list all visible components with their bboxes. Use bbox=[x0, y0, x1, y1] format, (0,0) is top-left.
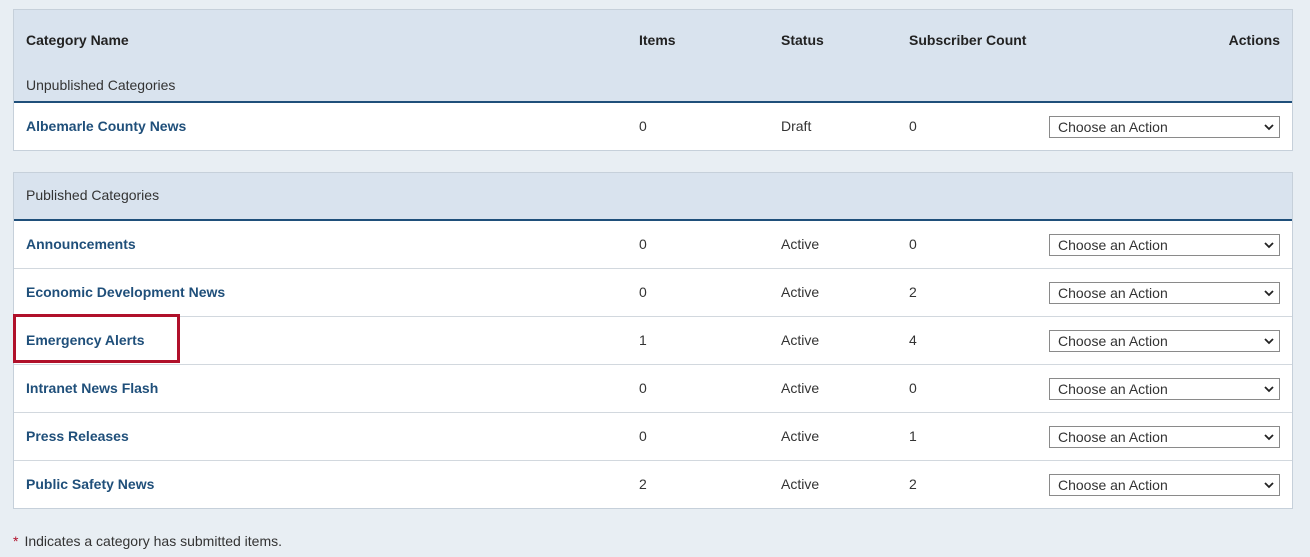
footnote-text: Indicates a category has submitted items… bbox=[24, 533, 283, 549]
unpublished-categories-table: Category Name Items Status Subscriber Co… bbox=[13, 9, 1293, 151]
action-select-value: Choose an Action bbox=[1058, 429, 1168, 445]
action-select[interactable]: Choose an Action bbox=[1049, 474, 1280, 496]
subscriber-count: 1 bbox=[909, 428, 917, 444]
section-label-unpublished: Unpublished Categories bbox=[26, 77, 176, 93]
column-header-category-name[interactable]: Category Name bbox=[26, 32, 129, 48]
category-link[interactable]: Public Safety News bbox=[26, 476, 154, 492]
subscriber-count: 2 bbox=[909, 476, 917, 492]
section-label-published: Published Categories bbox=[26, 187, 160, 203]
subscriber-count: 0 bbox=[909, 380, 917, 396]
table-header: Category Name Items Status Subscriber Co… bbox=[14, 10, 1292, 103]
status-value: Active bbox=[781, 428, 820, 444]
action-select-value: Choose an Action bbox=[1058, 285, 1168, 301]
action-select[interactable]: Choose an Action bbox=[1049, 282, 1280, 304]
items-count: 0 bbox=[639, 380, 647, 396]
chevron-down-icon bbox=[1264, 482, 1274, 489]
category-link[interactable]: Emergency Alerts bbox=[26, 332, 145, 348]
items-count: 1 bbox=[639, 332, 647, 348]
table-row: Economic Development News 0 Active 2 Cho… bbox=[14, 268, 1292, 316]
column-header-actions: Actions bbox=[1228, 32, 1280, 48]
category-link[interactable]: Announcements bbox=[26, 236, 136, 252]
footnote: * Indicates a category has submitted item… bbox=[13, 533, 282, 549]
table-row: Emergency Alerts 1 Active 4 Choose an Ac… bbox=[14, 316, 1292, 364]
items-count: 0 bbox=[639, 236, 647, 252]
chevron-down-icon bbox=[1264, 124, 1274, 131]
table-header: Published Categories bbox=[14, 173, 1292, 221]
action-select-value: Choose an Action bbox=[1058, 237, 1168, 253]
table-row: Intranet News Flash 0 Active 0 Choose an… bbox=[14, 364, 1292, 412]
table-row: Public Safety News 2 Active 2 Choose an … bbox=[14, 460, 1292, 508]
status-value: Active bbox=[781, 284, 820, 300]
items-count: 0 bbox=[639, 428, 647, 444]
chevron-down-icon bbox=[1264, 338, 1274, 345]
status-value: Active bbox=[781, 476, 820, 492]
category-link[interactable]: Press Releases bbox=[26, 428, 129, 444]
table-row: Albemarle County News 0 Draft 0 Choose a… bbox=[14, 103, 1292, 150]
footnote-marker: * bbox=[13, 533, 19, 549]
status-value: Active bbox=[781, 236, 820, 252]
items-count: 0 bbox=[639, 284, 647, 300]
category-link[interactable]: Albemarle County News bbox=[26, 118, 186, 134]
items-count: 0 bbox=[639, 118, 647, 134]
subscriber-count: 2 bbox=[909, 284, 917, 300]
column-header-status[interactable]: Status bbox=[781, 32, 824, 48]
subscriber-count: 0 bbox=[909, 236, 917, 252]
column-header-items[interactable]: Items bbox=[639, 32, 676, 48]
published-categories-table: Published Categories Announcements 0 Act… bbox=[13, 172, 1293, 509]
action-select[interactable]: Choose an Action bbox=[1049, 330, 1280, 352]
table-row: Announcements 0 Active 0 Choose an Actio… bbox=[14, 221, 1292, 268]
action-select[interactable]: Choose an Action bbox=[1049, 426, 1280, 448]
status-value: Active bbox=[781, 380, 820, 396]
action-select-value: Choose an Action bbox=[1058, 381, 1168, 397]
category-link[interactable]: Economic Development News bbox=[26, 284, 225, 300]
chevron-down-icon bbox=[1264, 386, 1274, 393]
action-select[interactable]: Choose an Action bbox=[1049, 378, 1280, 400]
action-select-value: Choose an Action bbox=[1058, 477, 1168, 493]
items-count: 2 bbox=[639, 476, 647, 492]
status-value: Draft bbox=[781, 118, 812, 134]
column-header-subscriber-count[interactable]: Subscriber Count bbox=[909, 32, 1026, 48]
subscriber-count: 0 bbox=[909, 118, 917, 134]
subscriber-count: 4 bbox=[909, 332, 917, 348]
action-select[interactable]: Choose an Action bbox=[1049, 234, 1280, 256]
chevron-down-icon bbox=[1264, 242, 1274, 249]
action-select-value: Choose an Action bbox=[1058, 333, 1168, 349]
action-select-value: Choose an Action bbox=[1058, 119, 1168, 135]
action-select[interactable]: Choose an Action bbox=[1049, 116, 1280, 138]
status-value: Active bbox=[781, 332, 820, 348]
chevron-down-icon bbox=[1264, 434, 1274, 441]
table-row: Press Releases 0 Active 1 Choose an Acti… bbox=[14, 412, 1292, 460]
chevron-down-icon bbox=[1264, 290, 1274, 297]
category-link[interactable]: Intranet News Flash bbox=[26, 380, 158, 396]
